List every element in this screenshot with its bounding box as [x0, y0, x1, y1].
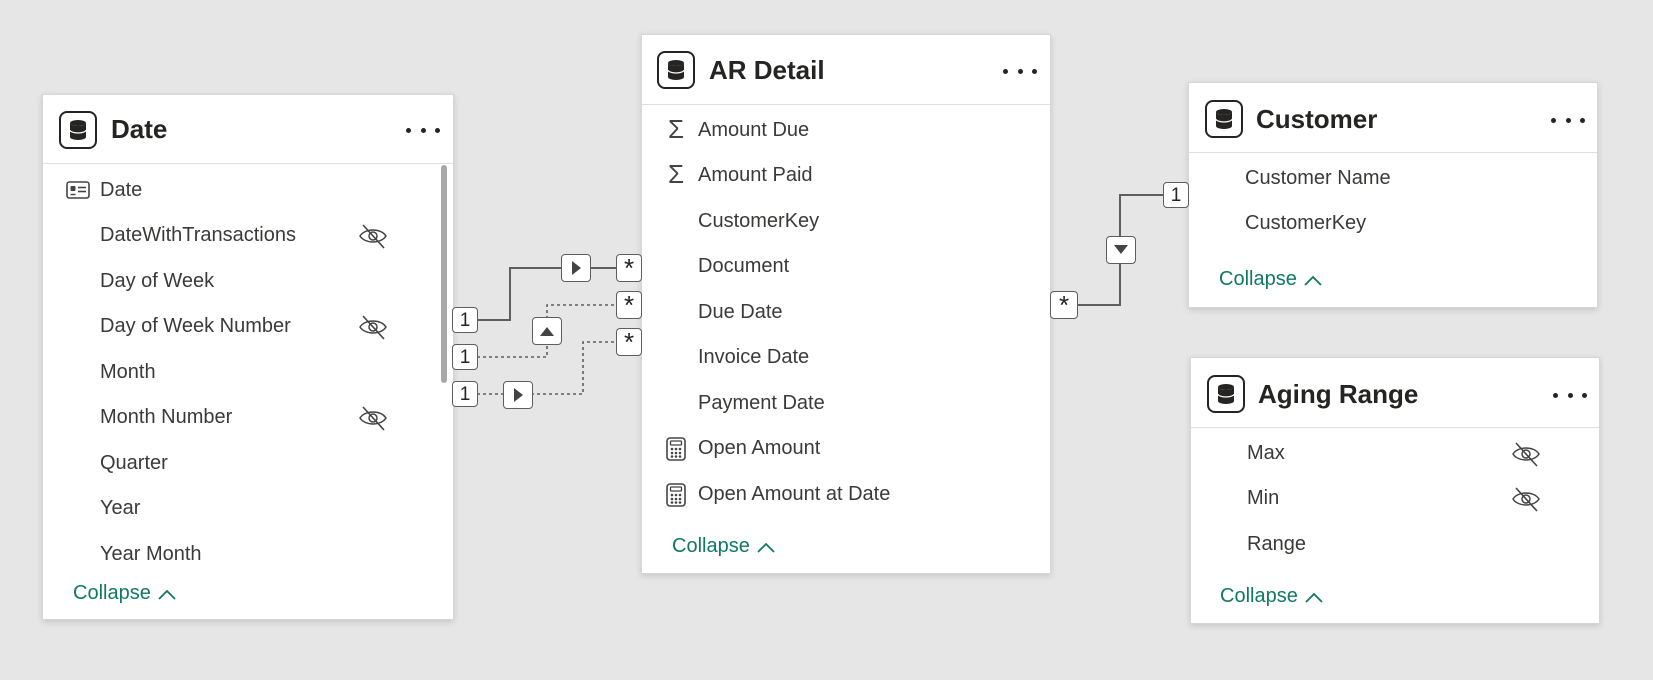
table-header[interactable]: AR Detail — [642, 35, 1050, 105]
collapse-button[interactable]: Collapse — [1219, 268, 1323, 291]
chevron-up-icon — [757, 542, 775, 553]
field-open-amount-at-date[interactable]: Open Amount at Date — [698, 483, 890, 506]
field-customer-name[interactable]: Customer Name — [1245, 167, 1391, 190]
table-card-aging-range[interactable]: Aging Range Max Min Range Collapse — [1190, 357, 1600, 624]
database-icon — [59, 111, 97, 149]
collapse-label: Collapse — [1220, 585, 1298, 607]
table-card-date[interactable]: Date Date DateWithTransactions Day of We… — [42, 94, 454, 620]
calculator-icon — [666, 483, 686, 507]
hidden-icon — [359, 406, 387, 431]
calendar-icon — [66, 180, 90, 200]
cardinality-many-badge[interactable]: * — [616, 254, 642, 282]
field-year[interactable]: Year — [100, 497, 140, 520]
field-range[interactable]: Range — [1247, 533, 1306, 556]
scrollbar-thumb[interactable] — [441, 165, 447, 383]
model-canvas: Date Date DateWithTransactions Day of We… — [0, 0, 1653, 680]
table-title: AR Detail — [709, 55, 825, 85]
cardinality-one-badge[interactable]: 1 — [452, 307, 478, 333]
more-options-icon[interactable] — [1553, 383, 1587, 407]
field-min[interactable]: Min — [1247, 487, 1279, 510]
field-document[interactable]: Document — [698, 255, 789, 278]
field-invoice-date[interactable]: Invoice Date — [698, 346, 809, 369]
chevron-up-icon — [1304, 275, 1322, 286]
table-header[interactable]: Aging Range — [1191, 358, 1599, 428]
field-due-date[interactable]: Due Date — [698, 301, 783, 324]
field-max[interactable]: Max — [1247, 442, 1285, 465]
field-month-number[interactable]: Month Number — [100, 406, 232, 429]
table-card-customer[interactable]: Customer Customer Name CustomerKey Colla… — [1188, 82, 1598, 308]
table-header[interactable]: Date — [43, 95, 453, 164]
hidden-icon — [1512, 487, 1540, 512]
database-icon — [1207, 375, 1245, 413]
sigma-icon: Σ — [667, 159, 685, 189]
field-open-amount[interactable]: Open Amount — [698, 437, 820, 460]
cardinality-many-badge[interactable]: * — [616, 328, 642, 356]
field-quarter[interactable]: Quarter — [100, 452, 168, 475]
cardinality-one-badge[interactable]: 1 — [452, 381, 478, 407]
field-year-month[interactable]: Year Month — [100, 543, 202, 566]
field-amount-paid[interactable]: Amount Paid — [698, 164, 813, 187]
collapse-button[interactable]: Collapse — [73, 582, 177, 605]
calculator-icon — [666, 437, 686, 461]
collapse-label: Collapse — [672, 535, 750, 557]
collapse-button[interactable]: Collapse — [1220, 585, 1324, 608]
hidden-icon — [359, 224, 387, 249]
more-options-icon[interactable] — [1003, 59, 1037, 83]
field-customerkey[interactable]: CustomerKey — [698, 210, 819, 233]
field-customerkey[interactable]: CustomerKey — [1245, 212, 1366, 235]
filter-direction-right-icon[interactable] — [503, 381, 533, 409]
cardinality-one-badge[interactable]: 1 — [452, 344, 478, 370]
table-title: Date — [111, 114, 168, 144]
cardinality-many-badge[interactable]: * — [1050, 291, 1078, 319]
field-date[interactable]: Date — [100, 179, 142, 202]
field-month[interactable]: Month — [100, 361, 156, 384]
more-options-icon[interactable] — [1551, 108, 1585, 132]
cardinality-one-badge[interactable]: 1 — [1163, 182, 1189, 208]
filter-direction-down-icon[interactable] — [1106, 236, 1136, 264]
field-day-of-week[interactable]: Day of Week — [100, 270, 214, 293]
chevron-up-icon — [158, 589, 176, 600]
table-title: Customer — [1256, 104, 1378, 134]
database-icon — [1205, 100, 1243, 138]
table-title: Aging Range — [1258, 379, 1419, 409]
hidden-icon — [359, 315, 387, 340]
more-options-icon[interactable] — [406, 118, 440, 142]
sigma-icon: Σ — [667, 114, 685, 144]
filter-direction-right-icon[interactable] — [561, 254, 591, 282]
field-amount-due[interactable]: Amount Due — [698, 119, 809, 142]
field-payment-date[interactable]: Payment Date — [698, 392, 825, 415]
collapse-label: Collapse — [73, 582, 151, 604]
collapse-label: Collapse — [1219, 268, 1297, 290]
table-header[interactable]: Customer — [1189, 83, 1597, 153]
field-day-of-week-number[interactable]: Day of Week Number — [100, 315, 291, 338]
table-card-ar-detail[interactable]: AR Detail Σ Amount Due Σ Amount Paid Cus… — [641, 34, 1051, 574]
field-datewithtransactions[interactable]: DateWithTransactions — [100, 224, 296, 247]
hidden-icon — [1512, 442, 1540, 467]
chevron-up-icon — [1305, 592, 1323, 603]
collapse-button[interactable]: Collapse — [672, 535, 776, 558]
cardinality-many-badge[interactable]: * — [616, 291, 642, 319]
database-icon — [657, 51, 695, 89]
filter-direction-up-icon[interactable] — [532, 317, 562, 345]
